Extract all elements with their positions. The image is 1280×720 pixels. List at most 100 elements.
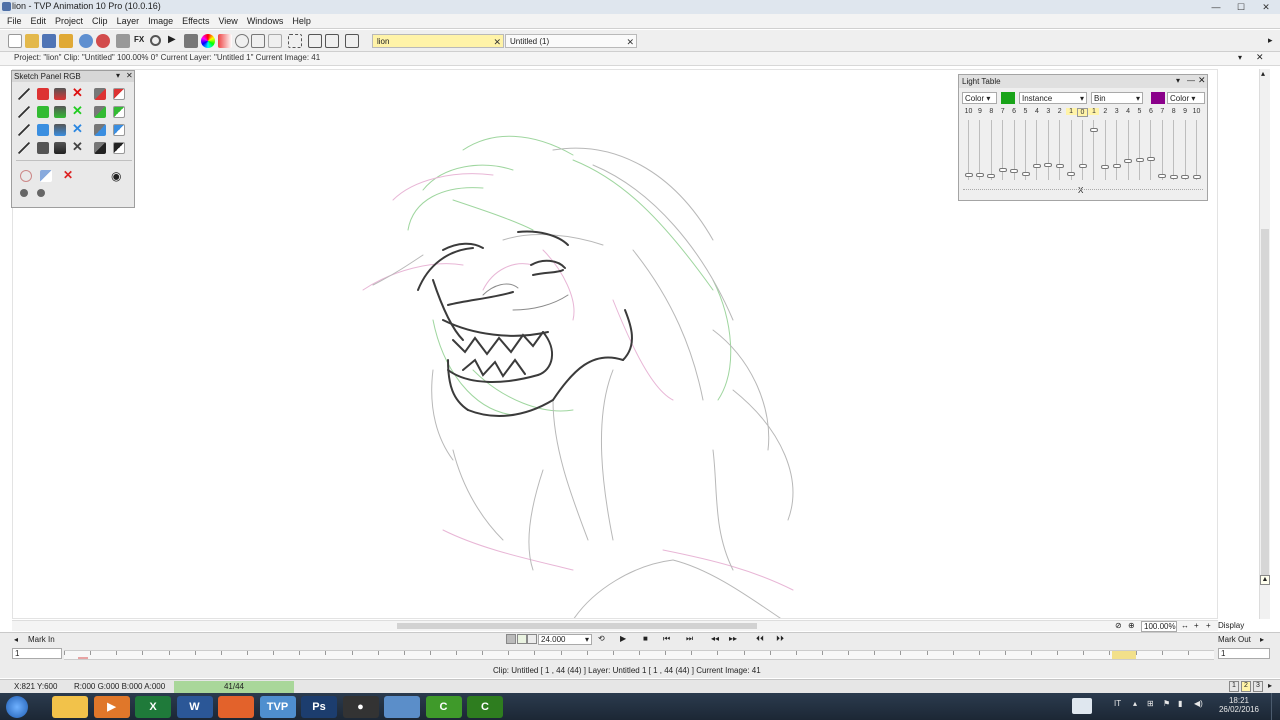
- word-icon[interactable]: W: [176, 696, 213, 718]
- save-as-icon[interactable]: [59, 34, 73, 48]
- eraser-black-icon[interactable]: [37, 142, 49, 154]
- blend-icon[interactable]: [40, 170, 52, 182]
- frame-icon[interactable]: [268, 34, 282, 48]
- eye-icon[interactable]: ◉: [111, 169, 121, 183]
- eraser-green-icon[interactable]: [37, 106, 49, 118]
- opacity-slider-knob[interactable]: [1158, 173, 1167, 178]
- tools-icon[interactable]: [116, 34, 130, 48]
- opacity-slider-track[interactable]: [1059, 120, 1061, 180]
- grid-icon[interactable]: [251, 34, 265, 48]
- scroll-up-icon[interactable]: ▴: [1261, 69, 1265, 78]
- opacity-slider-knob[interactable]: [1135, 158, 1144, 163]
- opacity-slider-knob[interactable]: [1169, 174, 1178, 179]
- camtasia-recorder-icon[interactable]: C: [467, 696, 503, 718]
- dot-icon[interactable]: [20, 189, 28, 197]
- reset-zoom-icon[interactable]: ⊘: [1115, 621, 1122, 630]
- start-frame-field[interactable]: 1: [12, 648, 62, 659]
- delete-black-icon[interactable]: ✕: [72, 139, 83, 155]
- vertical-scrollbar[interactable]: ▴ ▲: [1259, 69, 1270, 619]
- opacity-slider-track[interactable]: [1173, 120, 1175, 180]
- pen-tablet-icon[interactable]: [1072, 698, 1092, 714]
- save-icon[interactable]: [42, 34, 56, 48]
- opacity-slider-track[interactable]: [1139, 120, 1140, 180]
- excel-icon[interactable]: X: [135, 696, 171, 718]
- opacity-slider-knob[interactable]: [1078, 163, 1087, 168]
- close-button[interactable]: ✕: [1253, 0, 1279, 14]
- pencil-icon[interactable]: [18, 124, 30, 136]
- repeat-icon[interactable]: ⟲: [598, 634, 605, 643]
- panel-menu-icon[interactable]: ▾: [116, 71, 120, 80]
- play-button[interactable]: ▶: [620, 634, 626, 643]
- prev-key-button[interactable]: ⏴⏴: [756, 634, 764, 644]
- mark-out-icon[interactable]: ▸: [1260, 635, 1264, 644]
- pencil-icon[interactable]: [18, 88, 30, 100]
- knife-icon[interactable]: [94, 88, 106, 100]
- opacity-slider-knob[interactable]: [1192, 174, 1201, 179]
- opacity-slider-track[interactable]: [1196, 120, 1197, 180]
- pencil-icon[interactable]: [18, 142, 30, 154]
- tab-lion[interactable]: lion ✕: [372, 34, 504, 48]
- firefox-icon[interactable]: [218, 696, 254, 718]
- expand-icon[interactable]: ▸: [1268, 681, 1272, 690]
- next-frame-button[interactable]: ▸▸: [729, 634, 737, 643]
- panel-close-icon[interactable]: ✕: [1256, 52, 1264, 63]
- end-frame-field[interactable]: 1: [1218, 648, 1270, 659]
- tab-untitled[interactable]: Untitled (1) ✕: [505, 34, 637, 48]
- color-swatch-icon[interactable]: [218, 34, 232, 48]
- zoom-in-icon[interactable]: +: [1194, 621, 1199, 630]
- prev-frame-button[interactable]: ◂◂: [711, 634, 719, 643]
- opacity-slider-knob[interactable]: [1032, 163, 1041, 168]
- panel-menu-icon[interactable]: ▾: [1238, 53, 1242, 62]
- menu-layer[interactable]: Layer: [114, 14, 146, 28]
- delete-blue-icon[interactable]: ✕: [72, 121, 83, 137]
- stop-button[interactable]: ■: [643, 634, 648, 643]
- opacity-slider-knob[interactable]: [987, 173, 996, 178]
- delete-green-icon[interactable]: ✕: [72, 103, 83, 119]
- file-explorer-icon[interactable]: [52, 696, 88, 718]
- opacity-slider-knob[interactable]: [1112, 163, 1121, 168]
- play-icon[interactable]: ▶: [168, 34, 176, 45]
- delete-red-icon[interactable]: ✕: [72, 85, 83, 101]
- first-frame-button[interactable]: ⏮: [663, 634, 670, 644]
- layers-icon[interactable]: [184, 34, 198, 48]
- opacity-slider-track[interactable]: [979, 120, 981, 180]
- loop-icon[interactable]: [517, 634, 527, 644]
- page-button-2[interactable]: 2: [1241, 681, 1251, 692]
- lightbulb-icon[interactable]: [235, 34, 249, 48]
- minimize-button[interactable]: —: [1203, 0, 1229, 14]
- sound-icon[interactable]: [506, 634, 516, 644]
- current-frame-marker[interactable]: [1112, 651, 1136, 659]
- left-color-swatch[interactable]: [1001, 92, 1015, 104]
- opacity-slider-knob[interactable]: [1010, 169, 1019, 174]
- opacity-slider-track[interactable]: [1082, 120, 1083, 180]
- panel-close-icon[interactable]: ✕: [1198, 75, 1206, 86]
- zoom-out-icon[interactable]: +: [1206, 621, 1211, 630]
- zoom-field[interactable]: 100.00%: [1141, 621, 1177, 632]
- eraser-icon[interactable]: [113, 88, 125, 100]
- panel-minimize-icon[interactable]: —: [1187, 76, 1195, 85]
- knife-icon[interactable]: [94, 106, 106, 118]
- pingpong-icon[interactable]: [527, 634, 537, 644]
- opacity-slider-knob[interactable]: [964, 172, 973, 177]
- instance-select[interactable]: Instance ▾: [1019, 92, 1087, 104]
- menu-edit[interactable]: Edit: [28, 14, 53, 28]
- camera-app-icon[interactable]: ●: [342, 696, 379, 718]
- opacity-slider-track[interactable]: [1161, 120, 1163, 180]
- opacity-slider-knob[interactable]: [1181, 174, 1190, 179]
- close-tab-icon[interactable]: ✕: [493, 35, 501, 49]
- crop-icon[interactable]: [288, 34, 302, 48]
- opacity-slider-knob[interactable]: [1146, 156, 1155, 161]
- opacity-slider-knob[interactable]: [1067, 171, 1076, 176]
- color-wheel-icon[interactable]: [201, 34, 215, 48]
- folder-app-icon[interactable]: [384, 696, 420, 718]
- opacity-slider-knob[interactable]: [1055, 163, 1064, 168]
- menu-project[interactable]: Project: [52, 14, 89, 28]
- opacity-slider-knob[interactable]: [998, 168, 1007, 173]
- opacity-slider-knob[interactable]: [1089, 127, 1098, 132]
- eraser-icon[interactable]: [113, 142, 125, 154]
- panels-icon[interactable]: [325, 34, 339, 48]
- opacity-slider-knob[interactable]: [1044, 162, 1053, 167]
- volume-icon[interactable]: ◀): [1194, 699, 1203, 708]
- opacity-slider-knob[interactable]: [1124, 159, 1133, 164]
- last-frame-button[interactable]: ⏭: [686, 634, 693, 644]
